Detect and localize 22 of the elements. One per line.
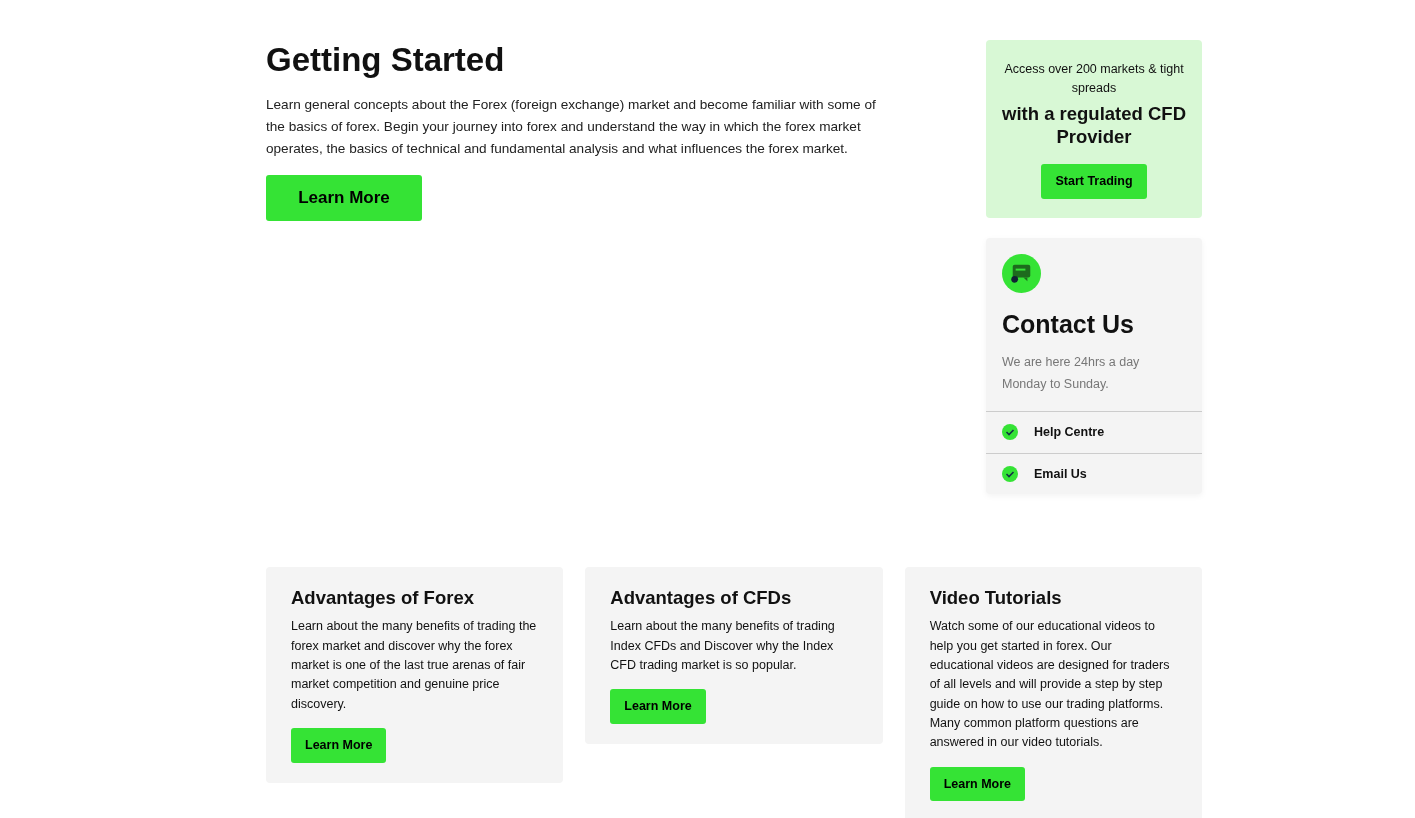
check-icon — [1002, 465, 1018, 482]
learn-more-button[interactable]: Learn More — [291, 727, 387, 763]
contact-link[interactable]: Email Us — [1034, 464, 1087, 484]
page-heading: Getting Started — [266, 40, 506, 80]
card-title: Video Tutorials — [929, 587, 1063, 610]
promo-text: Access over 200 markets & tight spreads — [1003, 61, 1185, 97]
contact-heading: Contact Us — [1002, 308, 1135, 339]
learn-more-button[interactable]: Learn More — [610, 689, 706, 725]
promo-headline: with a regulated CFD Provider — [1001, 102, 1187, 148]
contact-link[interactable]: Help Centre — [1034, 422, 1105, 442]
start-trading-button[interactable]: Start Trading — [1041, 164, 1147, 199]
card-text: Learn about the many benefits of trading the forex market and discover why the forex market is one of the last true arenas of fair market competition and genuine price discovery. — [291, 618, 538, 713]
contact-text: We are here 24hrs a day Monday to Sunday. — [1002, 353, 1141, 393]
check-icon — [1002, 424, 1018, 441]
chat-icon — [1002, 253, 1041, 293]
card-title: Advantages of Forex — [291, 587, 475, 610]
learn-more-button[interactable]: Learn More — [929, 766, 1026, 802]
intro-paragraph: Learn general concepts about the Forex (foreign exchange) market and become familiar with some of the basics of forex. Begin your journey into forex and understand the way in which the forex market operates, the basics of technical and fundamental analysis and what influences the forex market. — [266, 95, 876, 158]
learn-more-button[interactable]: Learn More — [266, 174, 422, 221]
card-text: Watch some of our educational videos to help you get started in forex. Our educational videos are designed for traders of all levels and will provide a step by step guide on how to use our trading platforms. Many common platform questions are answered in our video tutorials. — [929, 618, 1171, 752]
card-title: Advantages of CFDs — [610, 587, 793, 610]
card-text: Learn about the many benefits of trading Index CFDs and Discover why the Index CFD trading market is so popular. — [610, 618, 836, 675]
